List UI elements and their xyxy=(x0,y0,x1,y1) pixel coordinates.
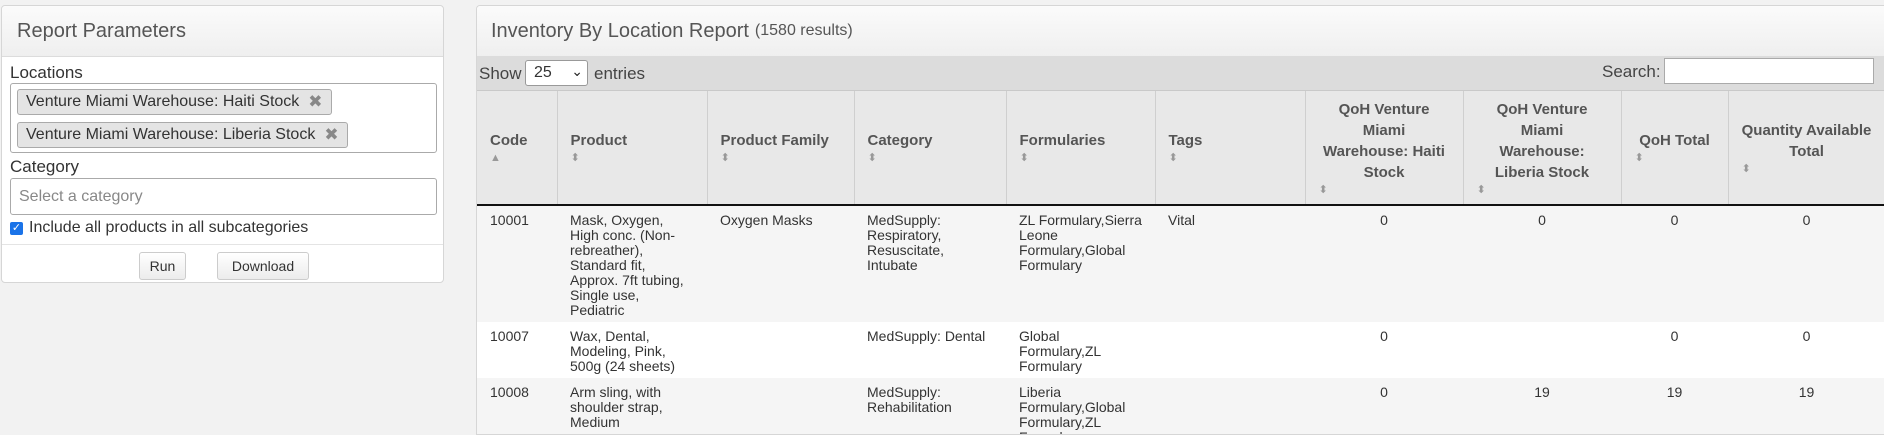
cell-qoh-total: 19 xyxy=(1621,378,1728,434)
search-input[interactable] xyxy=(1664,58,1874,84)
chevron-down-icon: ⌄ xyxy=(571,63,583,79)
cell-family: Oxygen Masks xyxy=(707,205,854,322)
include-subcategories-checkbox[interactable]: ✓ xyxy=(10,221,23,235)
location-chip: Venture Miami Warehouse: Haiti Stock ✖ xyxy=(17,89,332,115)
category-select[interactable]: Select a category xyxy=(10,178,437,215)
cell-formularies: Liberia Formulary,Global Formulary,ZL Fo… xyxy=(1006,378,1155,434)
sort-icon: ⬍ xyxy=(720,152,730,164)
category-label: Category xyxy=(10,157,79,176)
cell-family xyxy=(707,322,854,378)
column-header-code[interactable]: Code ▲ xyxy=(477,91,558,206)
cell-code: 10001 xyxy=(477,205,557,322)
column-header-tags[interactable]: Tags ⬍ xyxy=(1155,91,1306,206)
column-header-qoh-liberia[interactable]: QoH Venture Miami Warehouse: Liberia Sto… xyxy=(1463,91,1622,206)
cell-category: MedSupply: Respiratory, Resuscitate, Int… xyxy=(854,205,1006,322)
cell-tags: Vital xyxy=(1155,205,1305,322)
show-label: Show xyxy=(479,64,522,83)
sort-icon: ⬍ xyxy=(1634,152,1644,164)
page-size-value: 25 xyxy=(534,64,552,81)
column-header-qoh-haiti[interactable]: QoH Venture Miami Warehouse: Haiti Stock… xyxy=(1305,91,1464,206)
cell-category: MedSupply: Dental xyxy=(854,322,1006,378)
cell-code: 10007 xyxy=(477,322,557,378)
search-label: Search: xyxy=(1602,62,1661,81)
cell-qoh-liberia: 19 xyxy=(1463,378,1621,434)
sort-icon: ⬍ xyxy=(1741,162,1751,175)
cell-product: Arm sling, with shoulder strap, Medium xyxy=(557,378,707,434)
report-parameters-panel: Report Parameters Locations Venture Miam… xyxy=(1,5,444,283)
cell-tags xyxy=(1155,378,1305,434)
location-chip-label: Venture Miami Warehouse: Liberia Stock xyxy=(26,126,316,143)
locations-multiselect[interactable]: Venture Miami Warehouse: Haiti Stock ✖ V… xyxy=(10,83,437,153)
sort-asc-icon: ▲ xyxy=(490,152,501,164)
panel-divider xyxy=(2,244,443,245)
remove-location-icon[interactable]: ✖ xyxy=(308,92,322,112)
results-count: (1580 results) xyxy=(754,22,853,39)
sort-icon: ⬍ xyxy=(1168,152,1178,164)
cell-qoh-total: 0 xyxy=(1621,322,1728,378)
table-row[interactable]: 10008 Arm sling, with shoulder strap, Me… xyxy=(477,378,1884,434)
cell-formularies: Global Formulary,ZL Formulary xyxy=(1006,322,1155,378)
table-row[interactable]: 10007 Wax, Dental, Modeling, Pink, 500g … xyxy=(477,322,1884,378)
column-header-product-family[interactable]: Product Family ⬍ xyxy=(707,91,855,206)
download-button[interactable]: Download xyxy=(217,252,309,280)
sort-icon: ⬍ xyxy=(1476,183,1486,196)
report-title: Inventory By Location Report xyxy=(491,19,749,42)
remove-location-icon[interactable]: ✖ xyxy=(324,125,338,145)
cell-product: Mask, Oxygen, High conc. (Non-rebreather… xyxy=(557,205,707,322)
report-header: Inventory By Location Report (1580 resul… xyxy=(477,6,1884,57)
page-size-select[interactable]: 25 ⌄ xyxy=(525,60,588,86)
cell-qty-available: 0 xyxy=(1728,322,1884,378)
location-chip-label: Venture Miami Warehouse: Haiti Stock xyxy=(26,93,300,110)
run-button[interactable]: Run xyxy=(139,252,186,280)
location-chip: Venture Miami Warehouse: Liberia Stock ✖ xyxy=(17,122,348,148)
cell-category: MedSupply: Rehabilitation xyxy=(854,378,1006,434)
sort-icon: ⬍ xyxy=(570,152,580,164)
entries-label: entries xyxy=(594,64,646,83)
column-header-qoh-total[interactable]: QoH Total ⬍ xyxy=(1621,91,1729,206)
cell-qoh-haiti: 0 xyxy=(1305,205,1463,322)
column-header-formularies[interactable]: Formularies ⬍ xyxy=(1006,91,1156,206)
cell-qoh-liberia: 0 xyxy=(1463,205,1621,322)
cell-qoh-liberia xyxy=(1463,322,1621,378)
cell-formularies: ZL Formulary,Sierra Leone Formulary,Glob… xyxy=(1006,205,1155,322)
report-panel: Inventory By Location Report (1580 resul… xyxy=(476,5,1884,435)
cell-product: Wax, Dental, Modeling, Pink, 500g (24 sh… xyxy=(557,322,707,378)
table-toolbar: Show 25 ⌄ entries Search: xyxy=(477,57,1884,91)
column-header-quantity-available[interactable]: Quantity Available Total ⬍ xyxy=(1728,91,1884,206)
inventory-table: Code ▲ Product ⬍ Product Family ⬍ Category ⬍… xyxy=(477,91,1884,434)
cell-code: 10008 xyxy=(477,378,557,434)
cell-qoh-haiti: 0 xyxy=(1305,322,1463,378)
include-subcategories-label[interactable]: Include all products in all subcategorie… xyxy=(29,219,308,237)
panel-title: Report Parameters xyxy=(2,6,443,57)
table-header-row: Code ▲ Product ⬍ Product Family ⬍ Category ⬍… xyxy=(477,91,1884,206)
table-row[interactable]: 10001 Mask, Oxygen, High conc. (Non-rebr… xyxy=(477,205,1884,322)
include-subcategories-row: ✓ Include all products in all subcategor… xyxy=(10,219,308,237)
locations-label: Locations xyxy=(10,63,83,82)
category-placeholder: Select a category xyxy=(19,187,143,205)
cell-qoh-total: 0 xyxy=(1621,205,1728,322)
cell-tags xyxy=(1155,322,1305,378)
sort-icon: ⬍ xyxy=(867,152,877,164)
cell-family xyxy=(707,378,854,434)
cell-qty-available: 19 xyxy=(1728,378,1884,434)
column-header-category[interactable]: Category ⬍ xyxy=(854,91,1007,206)
sort-icon: ⬍ xyxy=(1318,183,1328,196)
sort-icon: ⬍ xyxy=(1019,152,1029,164)
cell-qty-available: 0 xyxy=(1728,205,1884,322)
cell-qoh-haiti: 0 xyxy=(1305,378,1463,434)
column-header-product[interactable]: Product ⬍ xyxy=(557,91,708,206)
